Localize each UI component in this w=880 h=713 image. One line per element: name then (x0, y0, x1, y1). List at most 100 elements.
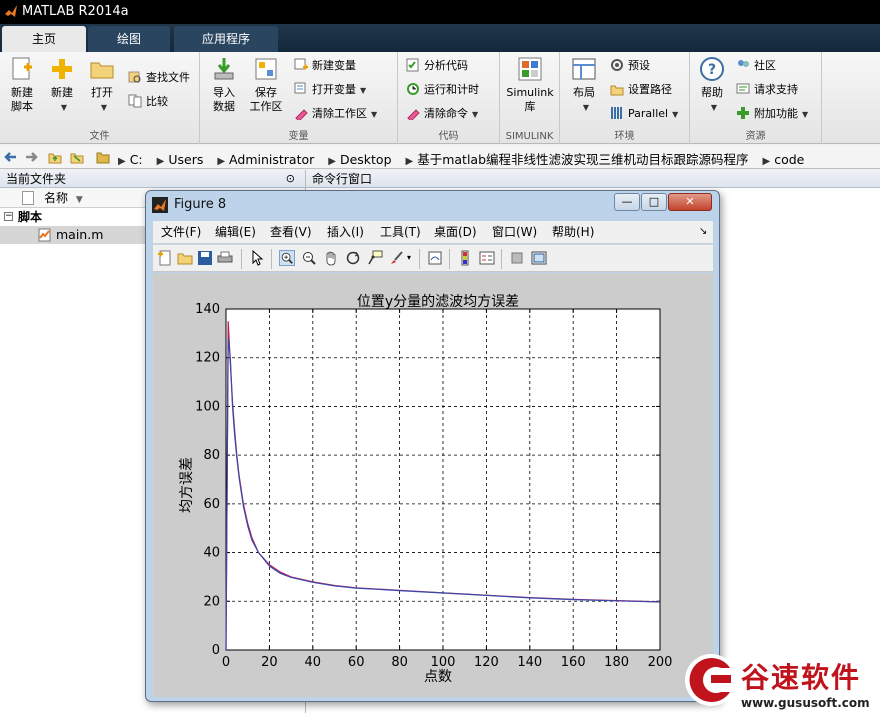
print-icon[interactable] (217, 250, 233, 266)
y-tick-label: 100 (195, 399, 220, 414)
clear-workspace-button[interactable]: 清除工作区 ▼ (294, 104, 377, 124)
line-chart[interactable]: 位置y分量的滤波均方误差 点数 均方误差 0 20 40 60 80 100 120 140 1… (153, 273, 713, 697)
y-tick-label: 0 (212, 643, 220, 658)
zoom-out-icon[interactable] (301, 250, 317, 266)
brush-icon[interactable] (389, 250, 405, 266)
clear-workspace-icon (295, 109, 308, 120)
menu-view[interactable]: 查看(V) (270, 221, 312, 243)
compare-button[interactable]: 比较 (128, 92, 168, 112)
minimize-button[interactable]: — (614, 193, 640, 211)
breadcrumb-separator-icon: ▶ (762, 156, 771, 167)
x-tick-label: 100 (431, 655, 456, 670)
new-variable-button[interactable]: 新建变量 (294, 56, 356, 76)
ribbon-group-code: 分析代码 运行和计时 清除命令 ▼ 代码 (398, 52, 500, 144)
dock-arrow-icon[interactable]: ↘ (699, 221, 707, 243)
ribbon-group-label: 环境 (614, 131, 635, 142)
toolbar-separator (419, 249, 420, 269)
menu-insert[interactable]: 插入(I) (327, 221, 364, 243)
up-folder-icon[interactable] (48, 150, 62, 164)
figure-title-bar[interactable]: Figure 8 — □ ✕ (146, 191, 719, 219)
community-button[interactable]: 社区 (736, 56, 776, 76)
find-files-button[interactable]: 查找文件 (128, 68, 190, 88)
new-button[interactable]: 新建 ▼ (44, 56, 80, 115)
data-cursor-icon[interactable] (367, 250, 383, 266)
sort-descending-icon: ▼ (75, 195, 83, 205)
x-tick-label: 0 (222, 655, 230, 670)
clear-commands-button[interactable]: 清除命令 ▼ (406, 104, 478, 124)
show-plot-tools-icon[interactable] (531, 250, 547, 266)
save-icon[interactable] (197, 250, 213, 266)
run-and-time-button[interactable]: 运行和计时 (406, 80, 479, 100)
browse-folder-icon[interactable] (70, 150, 84, 164)
panel-menu-icon[interactable]: ⊙ (286, 170, 295, 188)
panel-title: 命令行窗口 (312, 172, 373, 186)
menu-help[interactable]: 帮助(H) (552, 221, 594, 243)
parallel-button[interactable]: Parallel ▼ (610, 104, 678, 124)
tab-home[interactable]: 主页 (2, 26, 86, 52)
simulink-library-button[interactable]: Simulink 库 (504, 56, 556, 114)
breadcrumb-item[interactable]: Desktop (340, 152, 392, 167)
x-tick-label: 200 (648, 655, 673, 670)
y-axis-label: 均方误差 (179, 457, 195, 513)
close-button[interactable]: ✕ (668, 193, 712, 211)
breadcrumb-item[interactable]: Administrator (229, 152, 314, 167)
y-tick-label: 20 (203, 594, 220, 609)
help-button[interactable]: ? 帮助 ▼ (694, 56, 730, 115)
layout-button[interactable]: 布局 ▼ (564, 56, 604, 115)
brush-dropdown-icon[interactable]: ▾ (407, 253, 411, 262)
open-variable-button[interactable]: 打开变量 ▼ (294, 80, 366, 100)
new-script-button[interactable]: 新建 脚本 (4, 56, 40, 114)
zoom-in-icon[interactable] (279, 250, 295, 266)
figure-window[interactable]: Figure 8 — □ ✕ 文件(F) 编辑(E) 查看(V) 插入(I) 工… (145, 190, 720, 702)
maximize-button[interactable]: □ (641, 193, 667, 211)
tab-plots[interactable]: 绘图 (88, 26, 170, 52)
breadcrumb-item[interactable]: code (774, 152, 804, 167)
ribbon-tab-strip: 主页 绘图 应用程序 (0, 24, 880, 52)
menu-edit[interactable]: 编辑(E) (215, 221, 256, 243)
ribbon-group-resources: ? 帮助 ▼ 社区 请求支持 附加功能 ▼ 资源 (690, 52, 822, 144)
panel-title: 当前文件夹 (6, 172, 67, 186)
link-plot-icon[interactable] (427, 250, 443, 266)
y-tick-label: 140 (195, 302, 220, 317)
breadcrumb-item[interactable]: 基于matlab编程非线性滤波实现三维机动目标跟踪源码程序 (417, 152, 748, 167)
open-button[interactable]: 打开 ▼ (84, 56, 120, 115)
ribbon-group-label: 文件 (89, 131, 110, 142)
collapse-icon[interactable]: − (4, 212, 13, 221)
legend-icon[interactable] (479, 250, 495, 266)
ribbon-group-simulink: Simulink 库 SIMULINK (500, 52, 560, 144)
forward-arrow-icon[interactable] (24, 150, 38, 164)
import-data-button[interactable]: 导入 数据 (206, 56, 242, 114)
preferences-button[interactable]: 预设 (610, 56, 650, 76)
rotate-3d-icon[interactable] (345, 250, 361, 266)
menu-tools[interactable]: 工具(T) (380, 221, 421, 243)
x-tick-label: 180 (604, 655, 629, 670)
matlab-script-icon (38, 228, 51, 242)
colorbar-icon[interactable] (457, 250, 473, 266)
new-variable-icon (294, 58, 308, 70)
set-path-button[interactable]: 设置路径 (610, 80, 672, 100)
hide-plot-tools-icon[interactable] (509, 250, 525, 266)
back-arrow-icon[interactable] (4, 150, 18, 164)
x-tick-label: 60 (348, 655, 365, 670)
open-file-icon[interactable] (177, 250, 193, 266)
breadcrumb-item[interactable]: Users (168, 152, 203, 167)
import-data-icon (214, 58, 234, 80)
request-support-button[interactable]: 请求支持 (736, 80, 798, 100)
community-icon (738, 60, 749, 67)
simulink-library-icon (518, 57, 542, 81)
menu-file[interactable]: 文件(F) (161, 221, 201, 243)
figure-toolbar: ▾ (153, 244, 713, 272)
menu-window[interactable]: 窗口(W) (492, 221, 537, 243)
plus-icon (52, 59, 72, 79)
breadcrumb-item[interactable]: C: (130, 152, 143, 167)
figure-canvas[interactable]: 位置y分量的滤波均方误差 点数 均方误差 0 20 40 60 80 100 120 140 1… (153, 273, 713, 697)
tab-apps[interactable]: 应用程序 (174, 26, 278, 52)
pan-hand-icon[interactable] (323, 250, 339, 266)
request-support-icon (736, 83, 750, 94)
pointer-icon[interactable] (249, 250, 265, 266)
menu-desktop[interactable]: 桌面(D) (434, 221, 477, 243)
analyze-code-button[interactable]: 分析代码 (406, 56, 468, 76)
new-figure-icon[interactable] (157, 250, 173, 266)
add-ons-button[interactable]: 附加功能 ▼ (736, 104, 808, 124)
save-workspace-button[interactable]: 保存 工作区 (246, 56, 286, 114)
